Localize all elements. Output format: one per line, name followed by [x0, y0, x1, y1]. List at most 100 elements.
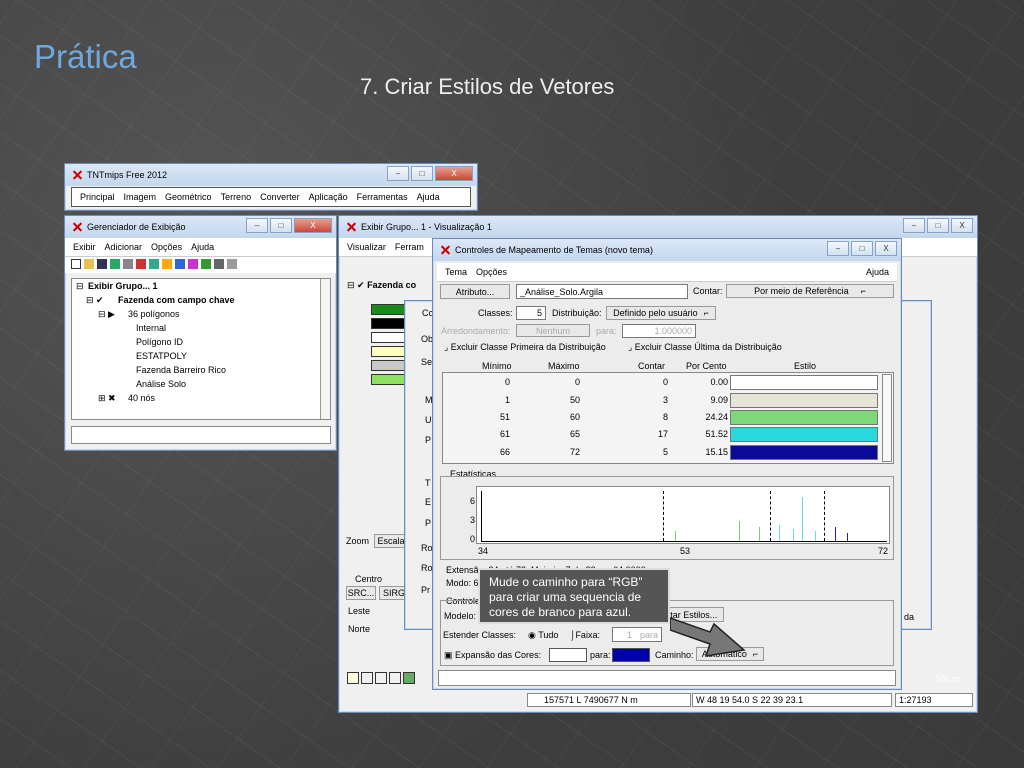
menu-aplicacao[interactable]: Aplicação — [309, 192, 348, 202]
menu-opcoes[interactable]: Opções — [476, 267, 507, 277]
para-field[interactable]: 1.000000 — [622, 324, 696, 338]
menu-tema[interactable]: Tema — [445, 267, 467, 277]
style-swatch[interactable] — [730, 410, 878, 425]
menu-ferram[interactable]: Ferram — [395, 242, 424, 252]
header-minimo: Mínimo — [482, 361, 512, 371]
style-swatch[interactable] — [730, 393, 878, 408]
vector-icon[interactable] — [175, 259, 185, 269]
x-tick: 53 — [680, 546, 691, 556]
excluir-primeira-checkbox[interactable]: ⌟ Excluir Classe Primeira da Distribuiçã… — [444, 342, 606, 353]
close-button[interactable]: X — [435, 166, 473, 181]
theme-controls-titlebar[interactable]: Controles de Mapeamento de Temas (novo t… — [433, 239, 901, 261]
from-color-swatch[interactable] — [549, 648, 587, 662]
minimize-button[interactable]: – — [246, 218, 268, 233]
shape-icon[interactable] — [188, 259, 198, 269]
view-tree-item[interactable]: ⊟ ✔ Fazenda co — [347, 280, 416, 291]
menu-imagem[interactable]: Imagem — [124, 192, 157, 202]
atributo-field[interactable]: _Análise_Solo.Argila — [516, 284, 688, 299]
zoom-out-icon[interactable] — [389, 672, 401, 684]
tree-item-estatpoly[interactable]: ESTATPOLY — [136, 351, 187, 361]
tree-item-fazenda-barreiro[interactable]: Fazenda Barreiro Rico — [136, 365, 226, 375]
close-button[interactable]: X — [875, 241, 897, 256]
tree-item-analise-solo[interactable]: Análise Solo — [136, 379, 186, 389]
zoom-in-icon[interactable] — [361, 672, 373, 684]
table-row[interactable]: 61 65 17 51.52 — [446, 426, 882, 443]
new-icon[interactable] — [71, 259, 81, 269]
hidden-label: P — [425, 435, 432, 445]
view-titlebar[interactable]: Exibir Grupo... 1 - Visualização 1 – □ X — [339, 216, 977, 238]
close-button[interactable]: X — [951, 218, 973, 233]
maximize-button[interactable]: □ — [270, 218, 292, 233]
minimize-button[interactable]: – — [387, 166, 409, 181]
table-row[interactable]: 51 60 8 24.24 — [446, 409, 882, 426]
zoom-box-icon[interactable] — [375, 672, 387, 684]
classes-field[interactable]: 5 — [516, 306, 546, 320]
open-icon[interactable] — [84, 259, 94, 269]
menu-converter[interactable]: Converter — [260, 192, 300, 202]
menu-ferramentas[interactable]: Ferramentas — [357, 192, 408, 202]
escala-button[interactable]: Escala — [374, 534, 408, 548]
style-swatch[interactable] — [730, 375, 878, 390]
minimize-button[interactable]: – — [827, 241, 849, 256]
raster-icon[interactable] — [149, 259, 159, 269]
tntmips-title: TNTmips Free 2012 — [87, 170, 168, 180]
src-button[interactable]: SRC... — [346, 586, 376, 600]
menu-opcoes[interactable]: Opções — [151, 242, 182, 252]
atributo-button[interactable]: Atributo... — [440, 284, 510, 299]
grid-icon[interactable] — [123, 259, 133, 269]
tree-item-poligono-id[interactable]: Polígono ID — [136, 337, 183, 347]
table-row[interactable]: 1 50 3 9.09 — [446, 392, 882, 409]
menu-terreno[interactable]: Terreno — [221, 192, 252, 202]
tree-group-1[interactable]: Exibir Grupo... 1 — [88, 281, 158, 291]
menu-exibir[interactable]: Exibir — [73, 242, 96, 252]
tudo-radio[interactable]: ◉ Tudo — [528, 630, 558, 641]
select-icon[interactable] — [347, 672, 359, 684]
style-swatch[interactable] — [730, 427, 878, 442]
tntmips-titlebar[interactable]: TNTmips Free 2012 – □ X — [65, 164, 477, 186]
display-manager-titlebar[interactable]: Gerenciador de Exibição – □ X — [65, 216, 336, 238]
cad-icon[interactable] — [201, 259, 211, 269]
menu-geometrico[interactable]: Geométrico — [165, 192, 212, 202]
maximize-button[interactable]: □ — [411, 166, 433, 181]
menu-adicionar[interactable]: Adicionar — [105, 242, 143, 252]
layer-icon[interactable] — [110, 259, 120, 269]
faixa-radio[interactable]: ⌡Faixa: — [570, 630, 600, 640]
menu-visualizar[interactable]: Visualizar — [347, 242, 386, 252]
table-scrollbar[interactable] — [882, 374, 892, 462]
tree-layer-fazenda[interactable]: Fazenda com campo chave — [118, 295, 235, 305]
hidden-label: T — [425, 478, 431, 488]
table-row[interactable]: 0 0 0 0.00 — [446, 374, 882, 391]
arredondamento-dropdown[interactable]: Nenhum — [516, 324, 590, 337]
table-icon[interactable] — [214, 259, 224, 269]
classes-label: Classes: — [478, 308, 513, 318]
close-button[interactable]: X — [294, 218, 332, 233]
histogram-bar — [815, 531, 816, 541]
menu-ajuda[interactable]: Ajuda — [191, 242, 214, 252]
db-icon[interactable] — [227, 259, 237, 269]
color-icon[interactable] — [162, 259, 172, 269]
maximize-button[interactable]: □ — [927, 218, 949, 233]
tree-item-internal[interactable]: Internal — [136, 323, 166, 333]
minimize-button[interactable]: – — [903, 218, 925, 233]
table-row[interactable]: 66 72 5 15.15 — [446, 444, 882, 461]
add-icon[interactable] — [136, 259, 146, 269]
expansao-checkbox[interactable]: ▣ Expansão das Cores: — [444, 650, 541, 661]
faixa-field[interactable]: 1 para — [612, 627, 662, 642]
histogram-axis-y — [481, 491, 482, 541]
to-color-swatch[interactable] — [612, 648, 650, 662]
save-icon[interactable] — [97, 259, 107, 269]
tree-expander-icon[interactable]: ⊟ — [76, 281, 84, 292]
tree-item-nos[interactable]: 40 nós — [128, 393, 155, 403]
tree-expander-icon[interactable]: ⊟ ✔ — [86, 295, 104, 306]
menu-ajuda[interactable]: Ajuda — [866, 267, 889, 277]
menu-ajuda[interactable]: Ajuda — [417, 192, 440, 202]
distribuicao-dropdown[interactable]: Definido pelo usuário ⌐ — [606, 306, 716, 320]
full-view-icon[interactable] — [403, 672, 415, 684]
maximize-button[interactable]: □ — [851, 241, 873, 256]
menu-principal[interactable]: Principal — [80, 192, 115, 202]
vertical-scrollbar[interactable] — [320, 279, 330, 419]
style-swatch[interactable] — [730, 445, 878, 460]
contar-dropdown[interactable]: Por meio de Referência ⌐ — [726, 284, 894, 298]
tree-item-poligonos[interactable]: 36 polígonos — [128, 309, 180, 319]
excluir-ultima-checkbox[interactable]: ⌟ Excluir Classe Última da Distribuição — [628, 342, 782, 353]
